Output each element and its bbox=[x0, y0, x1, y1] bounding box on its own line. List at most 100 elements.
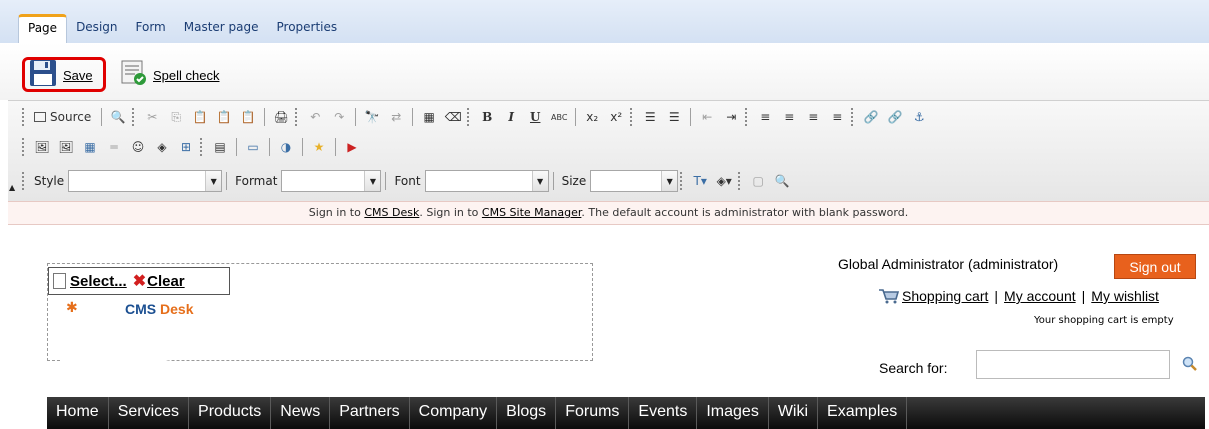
menu-item-home[interactable]: Home bbox=[47, 397, 109, 429]
indent-icon[interactable]: ⇥ bbox=[721, 107, 741, 127]
toolbar-grip bbox=[630, 108, 634, 126]
info-text: Sign in to bbox=[308, 206, 361, 219]
image-selector: Select... ✖ Clear bbox=[48, 267, 230, 295]
toolbar-separator bbox=[552, 172, 554, 190]
spell-check-button[interactable]: Spell check bbox=[121, 60, 219, 90]
menu-item-events[interactable]: Events bbox=[629, 397, 698, 429]
toolbar-grip bbox=[22, 138, 26, 156]
style-value bbox=[69, 171, 205, 191]
insert-table-icon[interactable]: ▦ bbox=[80, 137, 100, 157]
source-icon bbox=[34, 112, 46, 122]
tab-page[interactable]: Page bbox=[18, 14, 68, 43]
preview-icon[interactable]: 🔍 bbox=[108, 107, 128, 127]
unlink-icon[interactable]: 🔗 bbox=[885, 107, 905, 127]
chevron-down-icon: ▼ bbox=[364, 171, 381, 191]
star-icon[interactable]: ★ bbox=[309, 137, 329, 157]
toolbar-separator bbox=[412, 108, 414, 126]
format-select[interactable]: ▼ bbox=[281, 170, 382, 192]
align-center-icon[interactable]: ≡ bbox=[779, 107, 799, 127]
sign-out-button[interactable]: Sign out bbox=[1114, 254, 1196, 279]
bold-icon[interactable]: B bbox=[477, 107, 497, 127]
align-left-icon[interactable]: ≡ bbox=[755, 107, 775, 127]
menu-item-forums[interactable]: Forums bbox=[556, 397, 630, 429]
shopping-cart-icon bbox=[879, 289, 900, 304]
replace-icon[interactable]: ⇄ bbox=[386, 107, 406, 127]
menu-item-blogs[interactable]: Blogs bbox=[497, 397, 557, 429]
menu-item-company[interactable]: Company bbox=[410, 397, 498, 429]
chevron-down-icon: ▼ bbox=[205, 171, 222, 191]
find-icon[interactable]: 🔭 bbox=[362, 107, 382, 127]
anchor-icon[interactable]: ⚓ bbox=[909, 107, 929, 127]
inline-widget-icon[interactable]: ▤ bbox=[210, 137, 230, 157]
insert-link-icon[interactable]: 🔗 bbox=[861, 107, 881, 127]
tab-properties[interactable]: Properties bbox=[268, 14, 347, 43]
superscript-icon[interactable]: x² bbox=[606, 107, 626, 127]
search-input[interactable] bbox=[976, 350, 1170, 379]
menu-item-products[interactable]: Products bbox=[189, 397, 272, 429]
align-justify-icon[interactable]: ≡ bbox=[827, 107, 847, 127]
select-all-icon[interactable]: ▦ bbox=[419, 107, 439, 127]
info-text: . The default account is administrator w… bbox=[581, 206, 909, 219]
redo-icon[interactable]: ↷ bbox=[329, 107, 349, 127]
copy-icon[interactable]: ⎘ bbox=[166, 107, 186, 127]
remove-format-icon[interactable]: ⌫ bbox=[443, 107, 463, 127]
horizontal-rule-icon[interactable]: ═ bbox=[104, 137, 124, 157]
tab-form[interactable]: Form bbox=[127, 14, 175, 43]
select-button[interactable]: Select... bbox=[70, 273, 127, 290]
background-color-icon[interactable]: ◈▾ bbox=[714, 171, 734, 191]
font-select[interactable]: ▼ bbox=[424, 170, 549, 192]
chevron-down-icon: ▼ bbox=[531, 171, 548, 191]
toolbar-grip[interactable] bbox=[22, 108, 26, 126]
insert-flash-icon[interactable]: ◑ bbox=[276, 137, 296, 157]
special-char-icon[interactable]: ◈ bbox=[152, 137, 172, 157]
print-icon[interactable]: 🖨 bbox=[271, 107, 291, 127]
menu-item-partners[interactable]: Partners bbox=[330, 397, 410, 429]
cms-desk-link[interactable]: CMS Desk bbox=[364, 206, 419, 219]
menu-item-news[interactable]: News bbox=[271, 397, 331, 429]
clear-button[interactable]: Clear bbox=[147, 273, 185, 290]
menu-item-examples[interactable]: Examples bbox=[818, 397, 908, 429]
menu-item-images[interactable]: Images bbox=[697, 397, 769, 429]
tab-design[interactable]: Design bbox=[67, 14, 126, 43]
shopping-cart-link[interactable]: Shopping cart bbox=[902, 288, 988, 304]
menu-item-wiki[interactable]: Wiki bbox=[769, 397, 819, 429]
search-icon[interactable] bbox=[1182, 356, 1198, 372]
bulleted-list-icon[interactable]: ☰ bbox=[664, 107, 684, 127]
youtube-icon[interactable]: ▶ bbox=[342, 137, 362, 157]
my-wishlist-link[interactable]: My wishlist bbox=[1091, 288, 1159, 304]
cut-icon[interactable]: ✂ bbox=[142, 107, 162, 127]
smiley-icon[interactable]: ☺ bbox=[128, 137, 148, 157]
style-select[interactable]: ▼ bbox=[68, 170, 223, 192]
strikethrough-icon[interactable]: ABC bbox=[549, 107, 569, 127]
source-button[interactable]: Source bbox=[32, 107, 95, 127]
underline-icon[interactable]: U bbox=[525, 107, 545, 127]
my-account-link[interactable]: My account bbox=[1004, 288, 1076, 304]
toolbar-row-1: Source 🔍 ✂ ⎘ 📋 📋 📋 🖨 ↶ ↷ 🔭 ⇄ ▦ ⌫ B I U A… bbox=[20, 104, 931, 130]
page-break-icon[interactable]: ⊞ bbox=[176, 137, 196, 157]
align-right-icon[interactable]: ≡ bbox=[803, 107, 823, 127]
clear-x-icon[interactable]: ✖ bbox=[133, 271, 146, 291]
tab-master-page[interactable]: Master page bbox=[175, 14, 268, 43]
italic-icon[interactable]: I bbox=[501, 107, 521, 127]
text-color-icon[interactable]: T▾ bbox=[690, 171, 710, 191]
insert-media-icon[interactable]: 🖼 bbox=[56, 137, 76, 157]
insert-form-icon[interactable]: ▭ bbox=[243, 137, 263, 157]
format-value bbox=[282, 171, 364, 191]
undo-icon[interactable]: ↶ bbox=[305, 107, 325, 127]
collapse-toolbar-icon[interactable]: ▲ bbox=[9, 183, 19, 195]
site-manager-link[interactable]: CMS Site Manager bbox=[482, 206, 581, 219]
menu-item-services[interactable]: Services bbox=[109, 397, 190, 429]
maximize-icon[interactable]: ▢ bbox=[748, 171, 768, 191]
paste-text-icon[interactable]: 📋 bbox=[214, 107, 234, 127]
subscript-icon[interactable]: x₂ bbox=[582, 107, 602, 127]
paste-word-icon[interactable]: 📋 bbox=[238, 107, 258, 127]
show-blocks-icon[interactable]: 🔍 bbox=[772, 171, 792, 191]
save-button[interactable]: Save bbox=[29, 60, 93, 90]
toolbar-row-2: 🖼 🖼 ▦ ═ ☺ ◈ ⊞ ▤ ▭ ◑ ★ ▶ bbox=[20, 134, 364, 160]
numbered-list-icon[interactable]: ☰ bbox=[640, 107, 660, 127]
link-separator: | bbox=[994, 288, 999, 304]
insert-image-icon[interactable]: 🖼 bbox=[32, 137, 52, 157]
size-select[interactable]: ▼ bbox=[590, 170, 679, 192]
outdent-icon[interactable]: ⇤ bbox=[697, 107, 717, 127]
paste-icon[interactable]: 📋 bbox=[190, 107, 210, 127]
